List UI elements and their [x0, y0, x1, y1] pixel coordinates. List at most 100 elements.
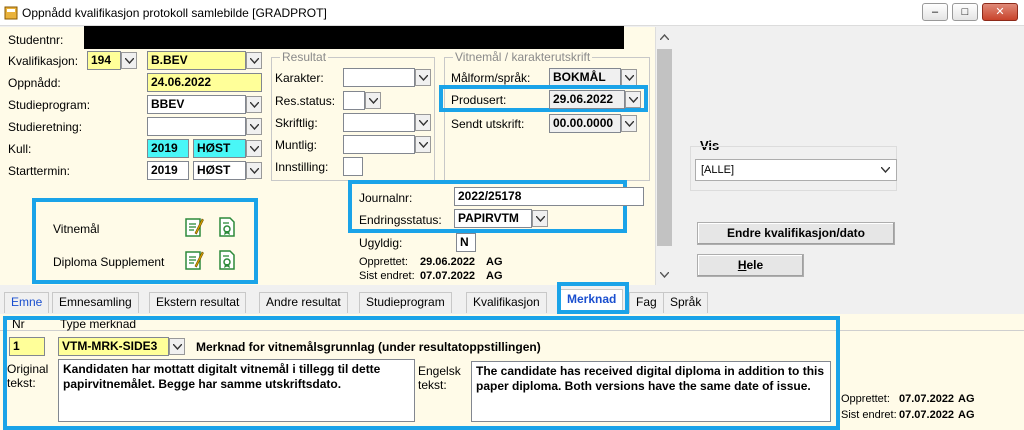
produsert-label: Produsert:	[451, 93, 507, 107]
resstatus-dropdown[interactable]	[365, 92, 381, 109]
merknad-sist-endret-date: 07.07.2022	[899, 409, 955, 421]
skriftlig-label: Skriftlig:	[275, 116, 318, 130]
produsert-date-field[interactable]: 29.06.2022	[549, 90, 625, 109]
starttermin-year-field[interactable]: 2019	[147, 161, 189, 180]
diploma-supplement-label: Diploma Supplement	[53, 255, 165, 269]
tab-andre-resultat[interactable]: Andre resultat	[259, 292, 348, 313]
right-panel: Vis [ALLE] Endre kvalifikasjon/dato Hele	[673, 27, 1024, 285]
kvalifikasjon-value-dropdown[interactable]	[246, 52, 262, 69]
merknad-sist-endret-label: Sist endret:	[841, 409, 897, 421]
scroll-up-button[interactable]	[657, 29, 672, 44]
malform-dropdown[interactable]	[621, 69, 637, 86]
title-bar: Oppnådd kvalifikasjon protokoll samlebil…	[0, 0, 1024, 26]
chevron-down-icon	[418, 141, 428, 148]
original-text-area[interactable]: Kandidaten har mottatt digitalt vitnemål…	[58, 359, 415, 422]
studieretning-field[interactable]	[147, 117, 246, 136]
opprettet-date: 29.06.2022	[420, 256, 476, 268]
vis-select[interactable]: [ALLE]	[695, 159, 897, 181]
documents-highlight	[32, 198, 258, 284]
studieprogram-label: Studieprogram:	[8, 98, 91, 112]
merknad-type-field[interactable]: VTM-MRK-SIDE3	[58, 337, 169, 356]
sendt-utskrift-field[interactable]: 00.00.0000	[549, 114, 621, 133]
endre-kvalifikasjon-button[interactable]: Endre kvalifikasjon/dato	[697, 222, 895, 245]
ugyldig-field[interactable]: N	[456, 233, 476, 252]
muntlig-field[interactable]	[343, 135, 415, 154]
certificate-document-icon[interactable]	[217, 216, 237, 238]
resstatus-field[interactable]	[343, 91, 365, 110]
chevron-down-icon	[881, 167, 890, 173]
original-text-label-line2: tekst:	[7, 376, 36, 390]
journalnr-field[interactable]: 2022/25178	[454, 187, 644, 206]
chevron-down-icon	[418, 119, 428, 126]
chevron-down-icon	[624, 120, 634, 127]
muntlig-dropdown[interactable]	[415, 136, 431, 153]
merknad-tab-highlight	[557, 282, 629, 314]
karakter-field[interactable]	[343, 68, 415, 87]
tab-studieprogram[interactable]: Studieprogram	[359, 292, 452, 313]
karakter-dropdown[interactable]	[415, 69, 431, 86]
studieprogram-dropdown[interactable]	[246, 96, 262, 113]
skriftlig-field[interactable]	[343, 113, 415, 132]
sist-endret-user: AG	[486, 270, 503, 282]
innstilling-label: Innstilling:	[275, 160, 329, 174]
chevron-down-icon	[124, 57, 134, 64]
maximize-button[interactable]: □	[952, 3, 978, 21]
endringsstatus-dropdown[interactable]	[532, 210, 548, 227]
scroll-thumb[interactable]	[657, 49, 672, 246]
original-text-label-line1: Original	[7, 362, 49, 376]
merknad-type-description: Merknad for vitnemålsgrunnlag (under res…	[196, 340, 541, 354]
kull-year-field[interactable]: 2019	[147, 139, 189, 158]
edit-document-icon[interactable]	[184, 249, 204, 271]
vitnemal-legend: Vitnemål / karakterutskrift	[453, 50, 593, 64]
vis-select-value: [ALLE]	[701, 164, 735, 176]
journalnr-label: Journalnr:	[359, 191, 413, 205]
studentnr-label: Studentnr:	[8, 33, 64, 47]
studieretning-dropdown[interactable]	[246, 118, 262, 135]
studentnr-redacted	[84, 26, 624, 49]
tab-emnesamling[interactable]: Emnesamling	[52, 292, 139, 313]
karakter-label: Karakter:	[275, 71, 324, 85]
starttermin-term-dropdown[interactable]	[246, 162, 262, 179]
chevron-down-icon	[249, 123, 259, 130]
kvalifikasjon-code-dropdown[interactable]	[121, 52, 137, 69]
innstilling-field[interactable]	[343, 157, 363, 176]
sist-endret-date: 07.07.2022	[420, 270, 476, 282]
scroll-down-button[interactable]	[657, 267, 672, 282]
kull-term-dropdown[interactable]	[246, 140, 262, 157]
merknad-nr-field[interactable]: 1	[9, 337, 45, 356]
engelsk-text-area[interactable]: The candidate has received digital diplo…	[471, 361, 831, 422]
oppnadd-date-field[interactable]: 24.06.2022	[147, 73, 262, 92]
chevron-down-icon	[628, 96, 638, 103]
merknad-opprettet-user: AG	[958, 393, 975, 405]
kvalifikasjon-value-field[interactable]: B.BEV	[147, 51, 246, 70]
resultat-legend: Resultat	[280, 50, 329, 64]
endringsstatus-field[interactable]: PAPIRVTM	[454, 209, 532, 228]
tab-ekstern-resultat[interactable]: Ekstern resultat	[149, 292, 247, 313]
sendt-utskrift-label: Sendt utskrift:	[451, 117, 525, 131]
skriftlig-dropdown[interactable]	[415, 114, 431, 131]
studieretning-label: Studieretning:	[8, 120, 83, 134]
tab-sprak[interactable]: Språk	[663, 292, 709, 313]
edit-document-icon[interactable]	[184, 216, 204, 238]
kull-term-field[interactable]: HØST	[193, 139, 246, 158]
starttermin-label: Starttermin:	[8, 164, 71, 178]
certificate-document-icon[interactable]	[217, 249, 237, 271]
ugyldig-label: Ugyldig:	[359, 236, 403, 250]
minimize-button[interactable]: –	[922, 3, 948, 21]
form-scrollbar[interactable]	[655, 27, 672, 285]
sendt-utskrift-dropdown[interactable]	[621, 115, 637, 132]
tab-emne[interactable]: Emne	[4, 292, 50, 313]
kvalifikasjon-code-field[interactable]: 194	[87, 51, 121, 70]
produsert-dropdown[interactable]	[625, 91, 641, 108]
chevron-down-icon	[624, 74, 634, 81]
oppnadd-label: Oppnådd:	[8, 76, 61, 90]
starttermin-term-field[interactable]: HØST	[193, 161, 246, 180]
tab-kvalifikasjon[interactable]: Kvalifikasjon	[466, 292, 547, 313]
merknad-type-dropdown[interactable]	[169, 338, 185, 355]
hele-button[interactable]: Hele	[697, 254, 804, 277]
chevron-down-icon	[172, 343, 182, 350]
tab-fag[interactable]: Fag	[629, 292, 664, 313]
close-button[interactable]: ✕	[982, 3, 1018, 21]
chevron-down-icon	[249, 145, 259, 152]
studieprogram-field[interactable]: BBEV	[147, 95, 246, 114]
